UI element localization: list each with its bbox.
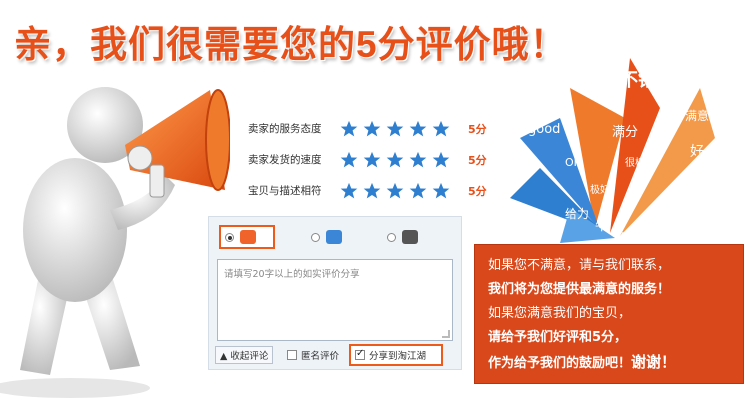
praise-burst-illustration: 不错 满分 满意 good 很棒 好 OK 优 极好 给力 牛 5分 xyxy=(510,58,716,244)
resize-grip-icon[interactable] xyxy=(442,330,450,338)
burst-word: 牛 xyxy=(595,219,608,234)
star-icon[interactable] xyxy=(363,182,381,200)
burst-word: 很棒 xyxy=(625,156,645,169)
star-icon[interactable] xyxy=(409,151,427,169)
star-icon[interactable] xyxy=(409,120,427,138)
burst-word: 满分 xyxy=(612,125,638,140)
sad-face-icon xyxy=(402,230,418,244)
rating-row: 卖家发货的速度 5分 xyxy=(248,144,487,175)
star-rating[interactable] xyxy=(340,182,465,200)
star-icon[interactable] xyxy=(363,120,381,138)
star-icon[interactable] xyxy=(340,182,358,200)
rating-score: 5分 xyxy=(468,184,487,198)
star-icon[interactable] xyxy=(340,120,358,138)
star-icon[interactable] xyxy=(386,120,404,138)
share-checkbox[interactable] xyxy=(355,348,365,360)
rating-list: 卖家的服务态度 5分 卖家发货的速度 5分 宝贝与描述相符 5分 xyxy=(248,113,487,206)
radio-button[interactable] xyxy=(225,232,234,242)
star-icon[interactable] xyxy=(386,182,404,200)
star-icon[interactable] xyxy=(409,182,427,200)
star-rating[interactable] xyxy=(340,120,465,138)
star-icon[interactable] xyxy=(432,120,450,138)
anonymous-label: 匿名评价 xyxy=(301,351,340,362)
message-line: 如果您满意我们的宝贝， xyxy=(488,306,632,321)
star-icon[interactable] xyxy=(432,151,450,169)
message-line: 我们将为您提供最满意的服务！ xyxy=(488,282,671,297)
neutral-face-icon xyxy=(326,230,342,244)
collapse-label: ▲ 收起评论 xyxy=(220,351,269,362)
anonymous-toggle[interactable]: 匿名评价 xyxy=(287,346,339,364)
burst-word: 不错 xyxy=(620,69,656,91)
review-panel: 请填写20字以上的如实评价分享 ▲ 收起评论 匿名评价 分享到淘江湖 xyxy=(208,216,462,370)
collapse-review-button[interactable]: ▲ 收起评论 xyxy=(215,346,274,364)
star-icon[interactable] xyxy=(386,151,404,169)
share-toggle[interactable]: 分享到淘江湖 xyxy=(349,344,443,366)
message-line-prefix: 作为给予我们的鼓励吧！ xyxy=(488,356,632,371)
star-icon[interactable] xyxy=(340,151,358,169)
smile-face-icon xyxy=(240,230,256,244)
burst-word: 满意 xyxy=(685,108,709,123)
megaphone-figure-illustration xyxy=(0,87,230,398)
textarea-placeholder: 请填写20字以上的如实评价分享 xyxy=(224,269,360,280)
burst-word: 5分 xyxy=(612,231,630,244)
star-rating[interactable] xyxy=(340,151,465,169)
rating-label: 宝贝与描述相符 xyxy=(248,185,322,197)
rating-score: 5分 xyxy=(468,153,487,167)
radio-button[interactable] xyxy=(387,232,396,242)
burst-word: 好 xyxy=(690,144,704,160)
review-textarea[interactable]: 请填写20字以上的如实评价分享 xyxy=(217,259,453,341)
rating-row: 卖家的服务态度 5分 xyxy=(248,113,487,144)
star-icon[interactable] xyxy=(432,182,450,200)
anonymous-checkbox[interactable] xyxy=(287,350,297,360)
message-box: 如果您不满意，请与我们联系， 我们将为您提供最满意的服务！ 如果您满意我们的宝贝… xyxy=(474,244,744,384)
rating-label: 卖家发货的速度 xyxy=(248,154,322,166)
burst-word: 优 xyxy=(705,173,716,186)
message-line: 请给予我们好评和5分， xyxy=(488,330,628,345)
message-line: 作为给予我们的鼓励吧！谢谢！ xyxy=(488,350,734,376)
rating-option-neutral[interactable] xyxy=(311,225,342,249)
rating-option-good[interactable] xyxy=(219,225,275,249)
message-line: 如果您不满意，请与我们联系， xyxy=(488,258,671,273)
rating-option-bad[interactable] xyxy=(387,225,418,249)
share-label: 分享到淘江湖 xyxy=(369,351,427,362)
burst-word: 极好 xyxy=(590,183,610,196)
radio-button[interactable] xyxy=(311,232,320,242)
burst-word: OK xyxy=(565,156,582,169)
rating-label: 卖家的服务态度 xyxy=(248,123,322,135)
burst-word: good xyxy=(528,122,560,137)
rating-score: 5分 xyxy=(468,122,487,136)
burst-word: 给力 xyxy=(565,207,589,221)
rating-row: 宝贝与描述相符 5分 xyxy=(248,175,487,206)
star-icon[interactable] xyxy=(363,151,381,169)
thanks-text: 谢谢！ xyxy=(631,353,677,371)
headline: 亲，我们很需要您的5分评价哦！ xyxy=(14,24,568,65)
